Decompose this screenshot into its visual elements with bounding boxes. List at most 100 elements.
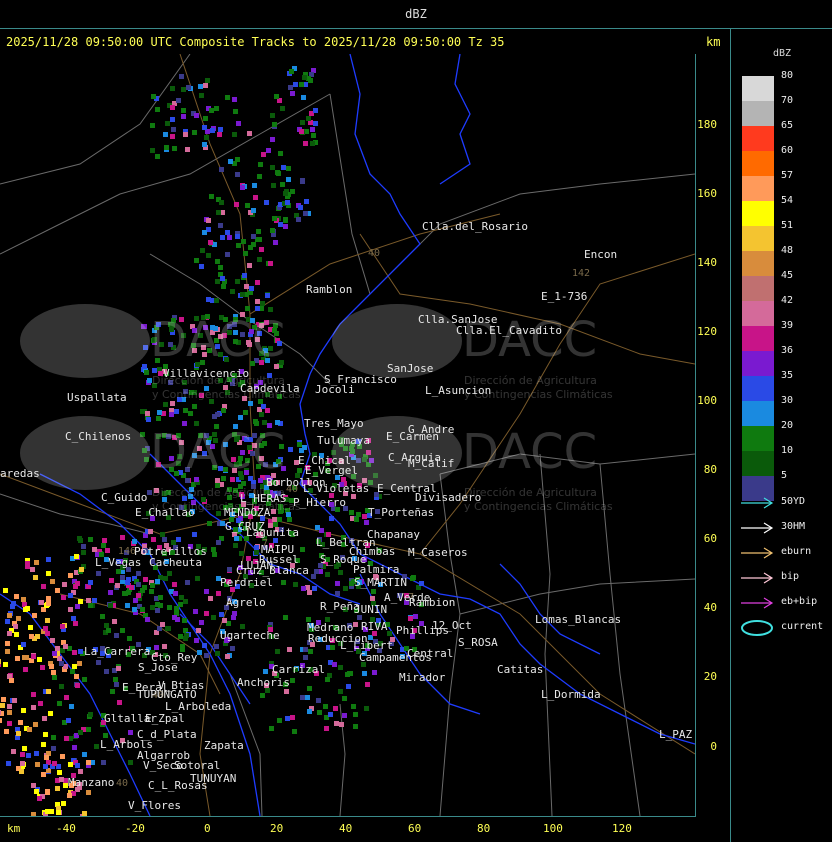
echo-pixel	[132, 539, 137, 544]
echo-pixel	[325, 572, 330, 577]
echo-pixel	[5, 641, 10, 646]
echo-pixel	[181, 114, 186, 119]
echo-pixel	[155, 107, 160, 112]
track-legend-label: 50YD	[781, 496, 806, 507]
y-tick-label: 40	[703, 601, 717, 614]
track-arrow-icon	[741, 547, 774, 559]
place-label: Catitas	[497, 663, 544, 676]
echo-pixel	[44, 755, 49, 760]
track-arrow-icon	[741, 597, 774, 609]
echo-pixel	[37, 657, 42, 662]
echo-pixel	[278, 151, 283, 156]
echo-pixel	[236, 243, 241, 248]
place-label: Villavicencio	[163, 367, 250, 380]
radar-map[interactable]: DACC Dirección de Agricultura y Continge…	[0, 54, 696, 817]
echo-pixel	[3, 588, 8, 593]
echo-pixel	[329, 516, 334, 521]
echo-pixel	[413, 614, 418, 619]
echo-pixel	[296, 217, 301, 222]
echo-pixel	[59, 684, 64, 689]
echo-pixel	[257, 237, 262, 242]
legend-swatch	[742, 226, 774, 251]
echo-pixel	[45, 789, 50, 794]
echo-pixel	[311, 574, 316, 579]
echo-pixel	[362, 671, 367, 676]
echo-pixel	[205, 78, 210, 83]
echo-pixel	[0, 703, 5, 708]
echo-pixel	[75, 683, 80, 688]
echo-pixel	[109, 578, 114, 583]
echo-pixel	[342, 713, 347, 718]
echo-pixel	[155, 602, 160, 607]
echo-pixel	[55, 588, 60, 593]
place-label: Zapata	[204, 739, 244, 752]
place-label: Uspallata	[67, 391, 127, 404]
track-legend-label: bip	[781, 571, 800, 582]
legend-swatch	[742, 401, 774, 426]
echo-pixel	[62, 582, 67, 587]
echo-pixel	[253, 195, 258, 200]
echo-pixel	[302, 75, 307, 80]
echo-pixel	[160, 532, 165, 537]
echo-pixel	[218, 223, 223, 228]
x-tick-label: 100	[543, 822, 563, 835]
echo-pixel	[270, 113, 275, 118]
echo-pixel	[266, 148, 271, 153]
echo-pixel	[297, 468, 302, 473]
echo-pixel	[290, 91, 295, 96]
echo-pixel	[163, 132, 168, 137]
echo-pixel	[120, 535, 125, 540]
road-number: 40	[368, 248, 381, 259]
echo-pixel	[43, 764, 48, 769]
echo-pixel	[136, 582, 141, 587]
echo-pixel	[254, 545, 259, 550]
echo-pixel	[41, 584, 46, 589]
echo-pixel	[335, 581, 340, 586]
echo-pixel	[339, 722, 344, 727]
echo-pixel	[346, 684, 351, 689]
echo-pixel	[364, 706, 369, 711]
echo-pixel	[29, 634, 34, 639]
echo-pixel	[7, 721, 12, 726]
echo-pixel	[125, 580, 130, 585]
echo-pixel	[220, 276, 225, 281]
place-label: Anchoris	[237, 676, 290, 689]
echo-pixel	[275, 649, 280, 654]
echo-pixel	[257, 257, 262, 262]
echo-pixel	[239, 551, 244, 556]
echo-pixel	[7, 613, 12, 618]
echo-pixel	[211, 547, 216, 552]
echo-pixel	[183, 599, 188, 604]
echo-pixel	[180, 644, 185, 649]
watermark-brand: DACC	[150, 312, 286, 368]
echo-pixel	[270, 137, 275, 142]
echo-pixel	[192, 130, 197, 135]
x-tick-label: 20	[270, 822, 284, 835]
echo-pixel	[142, 364, 147, 369]
echo-pixel	[145, 411, 150, 416]
x-tick-label: 0	[204, 822, 211, 835]
place-label: Perdriel	[220, 576, 273, 589]
echo-pixel	[86, 727, 91, 732]
track-legend-label: 30HM	[781, 521, 806, 532]
legend-swatch-label: 57	[781, 170, 794, 181]
echo-pixel	[293, 82, 298, 87]
echo-pixel	[313, 108, 318, 113]
echo-pixel	[167, 571, 172, 576]
track-legend-label: eburn	[781, 546, 812, 557]
track-legend-item: 50YD	[739, 495, 829, 511]
echo-pixel	[215, 412, 220, 417]
echo-pixel	[128, 760, 133, 765]
echo-pixel	[222, 618, 227, 623]
echo-pixel	[353, 712, 358, 717]
echo-pixel	[51, 746, 56, 751]
echo-pixel	[198, 84, 203, 89]
echo-pixel	[66, 718, 71, 723]
echo-pixel	[348, 671, 353, 676]
echo-pixel	[299, 448, 304, 453]
track-arrow-icon	[741, 572, 774, 584]
km-unit-label: km	[7, 822, 21, 835]
echo-pixel	[207, 521, 212, 526]
place-label: Agrelo	[226, 596, 266, 609]
echo-pixel	[330, 645, 335, 650]
